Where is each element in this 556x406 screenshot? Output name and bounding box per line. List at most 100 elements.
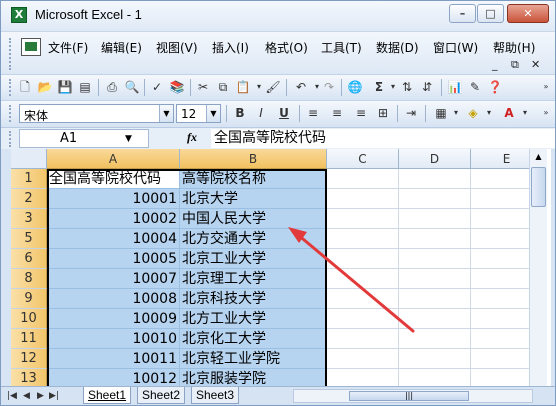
empty-cell[interactable] bbox=[327, 349, 399, 369]
cell-name[interactable]: 北京大学 bbox=[180, 189, 327, 209]
menu-format[interactable]: 格式(O) bbox=[265, 39, 308, 56]
empty-cell[interactable] bbox=[327, 369, 399, 386]
cell-code[interactable]: 10005 bbox=[47, 249, 180, 269]
row-header[interactable]: 12 bbox=[11, 349, 47, 369]
row-header[interactable]: 8 bbox=[11, 269, 47, 289]
menu-window[interactable]: 窗口(W) bbox=[433, 39, 478, 56]
cut-icon[interactable]: ✂ bbox=[195, 79, 211, 95]
sort-descending-icon[interactable]: ⇵ bbox=[419, 79, 435, 95]
fill-color-icon[interactable]: ◈ bbox=[465, 105, 481, 121]
sort-ascending-icon[interactable]: ⇅ bbox=[399, 79, 415, 95]
scroll-thumb[interactable] bbox=[531, 167, 546, 207]
toolbar-grip[interactable] bbox=[9, 105, 12, 122]
doc-minimize-button[interactable]: _ bbox=[492, 58, 498, 71]
print-preview-icon[interactable]: 🔍 bbox=[124, 79, 140, 95]
toolbar-options-icon[interactable]: » bbox=[538, 79, 554, 95]
undo-icon[interactable]: ↶ bbox=[293, 79, 309, 95]
row-header[interactable]: 13 bbox=[11, 369, 47, 386]
bold-button[interactable]: B bbox=[232, 105, 248, 121]
borders-icon[interactable]: ▦ bbox=[433, 105, 449, 121]
toolbar-grip[interactable] bbox=[9, 79, 12, 96]
borders-dropdown-icon[interactable]: ▾ bbox=[448, 105, 464, 121]
empty-cell[interactable] bbox=[399, 309, 471, 329]
empty-cell[interactable] bbox=[399, 349, 471, 369]
empty-cell[interactable] bbox=[327, 209, 399, 229]
menu-data[interactable]: 数据(D) bbox=[376, 39, 419, 56]
empty-cell[interactable] bbox=[327, 289, 399, 309]
formula-input[interactable]: 全国高等院校代码 bbox=[211, 129, 555, 148]
menu-file[interactable]: 文件(F) bbox=[48, 39, 88, 56]
cell-name[interactable]: 北京工业大学 bbox=[180, 249, 327, 269]
new-icon[interactable]: 🗋 bbox=[17, 79, 33, 95]
open-icon[interactable]: 📂 bbox=[37, 79, 53, 95]
close-button[interactable]: ✕ bbox=[507, 4, 549, 23]
empty-cell[interactable] bbox=[399, 169, 471, 189]
empty-cell[interactable] bbox=[399, 189, 471, 209]
workbook-icon[interactable] bbox=[21, 38, 41, 56]
cell-code[interactable]: 10008 bbox=[47, 289, 180, 309]
empty-cell[interactable] bbox=[399, 369, 471, 386]
empty-cell[interactable] bbox=[399, 289, 471, 309]
row-header[interactable]: 11 bbox=[11, 329, 47, 349]
scroll-up-icon[interactable]: ▲ bbox=[531, 149, 546, 165]
menu-view[interactable]: 视图(V) bbox=[156, 39, 198, 56]
cell-name[interactable]: 北方交通大学 bbox=[180, 229, 327, 249]
row-header[interactable]: 9 bbox=[11, 289, 47, 309]
print-icon[interactable]: ⎙ bbox=[104, 79, 120, 95]
first-sheet-icon[interactable]: |◀ bbox=[7, 389, 17, 403]
menu-insert[interactable]: 插入(I) bbox=[212, 39, 249, 56]
sheet-tab-sheet1[interactable]: Sheet1 bbox=[83, 387, 132, 404]
empty-cell[interactable] bbox=[327, 249, 399, 269]
cell-name[interactable]: 北京轻工业学院 bbox=[180, 349, 327, 369]
align-right-icon[interactable]: ≡ bbox=[353, 105, 369, 121]
cell-a1[interactable]: 全国高等院校代码 bbox=[47, 169, 180, 189]
cell-code[interactable]: 10004 bbox=[47, 229, 180, 249]
merge-center-icon[interactable]: ⊞ bbox=[375, 105, 391, 121]
spelling-icon[interactable]: ✓ bbox=[149, 79, 165, 95]
redo-icon[interactable]: ↷ bbox=[321, 79, 337, 95]
help-icon[interactable]: ❓ bbox=[487, 79, 503, 95]
column-header-d[interactable]: D bbox=[399, 149, 471, 169]
chevron-down-icon[interactable]: ▼ bbox=[125, 130, 132, 148]
cell-name[interactable]: 高等院校名称 bbox=[180, 169, 327, 189]
toolbar-grip[interactable] bbox=[9, 38, 12, 70]
drawing-icon[interactable]: ✎ bbox=[467, 79, 483, 95]
align-center-icon[interactable]: ≡ bbox=[329, 105, 345, 121]
row-header[interactable]: 6 bbox=[11, 249, 47, 269]
permission-icon[interactable]: ▤ bbox=[77, 79, 93, 95]
empty-cell[interactable] bbox=[327, 269, 399, 289]
menu-edit[interactable]: 编辑(E) bbox=[101, 39, 142, 56]
toolbar-grip[interactable] bbox=[9, 131, 12, 147]
name-box[interactable]: A1 ▼ bbox=[19, 129, 149, 148]
excel-app-icon[interactable]: X bbox=[11, 7, 27, 23]
empty-cell[interactable] bbox=[399, 329, 471, 349]
column-header-b[interactable]: B bbox=[180, 149, 327, 169]
cell-code[interactable]: 10009 bbox=[47, 309, 180, 329]
column-header-a[interactable]: A bbox=[47, 149, 180, 169]
empty-cell[interactable] bbox=[399, 269, 471, 289]
font-name-combo[interactable]: 宋体 ▼ bbox=[19, 104, 174, 123]
minimize-button[interactable]: – bbox=[449, 4, 476, 23]
maximize-button[interactable]: □ bbox=[477, 4, 504, 23]
cell-code[interactable]: 10012 bbox=[47, 369, 180, 386]
cell-name[interactable]: 中国人民大学 bbox=[180, 209, 327, 229]
vertical-scrollbar[interactable]: ▲ bbox=[529, 149, 547, 386]
spreadsheet-grid[interactable]: A B C D E 1 全国高等院校代码 高等院校名称 2 10001 北京大学 3 1000… bbox=[11, 149, 551, 386]
fill-color-dropdown-icon[interactable]: ▾ bbox=[481, 105, 497, 121]
cell-name[interactable]: 北京理工大学 bbox=[180, 269, 327, 289]
cell-name[interactable]: 北京化工大学 bbox=[180, 329, 327, 349]
cell-name[interactable]: 北京科技大学 bbox=[180, 289, 327, 309]
save-icon[interactable]: 💾 bbox=[57, 79, 73, 95]
column-header-c[interactable]: C bbox=[327, 149, 399, 169]
empty-cell[interactable] bbox=[327, 229, 399, 249]
cell-code[interactable]: 10011 bbox=[47, 349, 180, 369]
italic-button[interactable]: I bbox=[253, 105, 269, 121]
empty-cell[interactable] bbox=[327, 169, 399, 189]
cell-name[interactable]: 北方工业大学 bbox=[180, 309, 327, 329]
doc-close-button[interactable]: ✕ bbox=[531, 58, 540, 71]
cell-code[interactable]: 10007 bbox=[47, 269, 180, 289]
research-icon[interactable]: 📚 bbox=[169, 79, 185, 95]
format-painter-icon[interactable]: 🖌 bbox=[265, 79, 281, 95]
empty-cell[interactable] bbox=[399, 249, 471, 269]
empty-cell[interactable] bbox=[399, 209, 471, 229]
